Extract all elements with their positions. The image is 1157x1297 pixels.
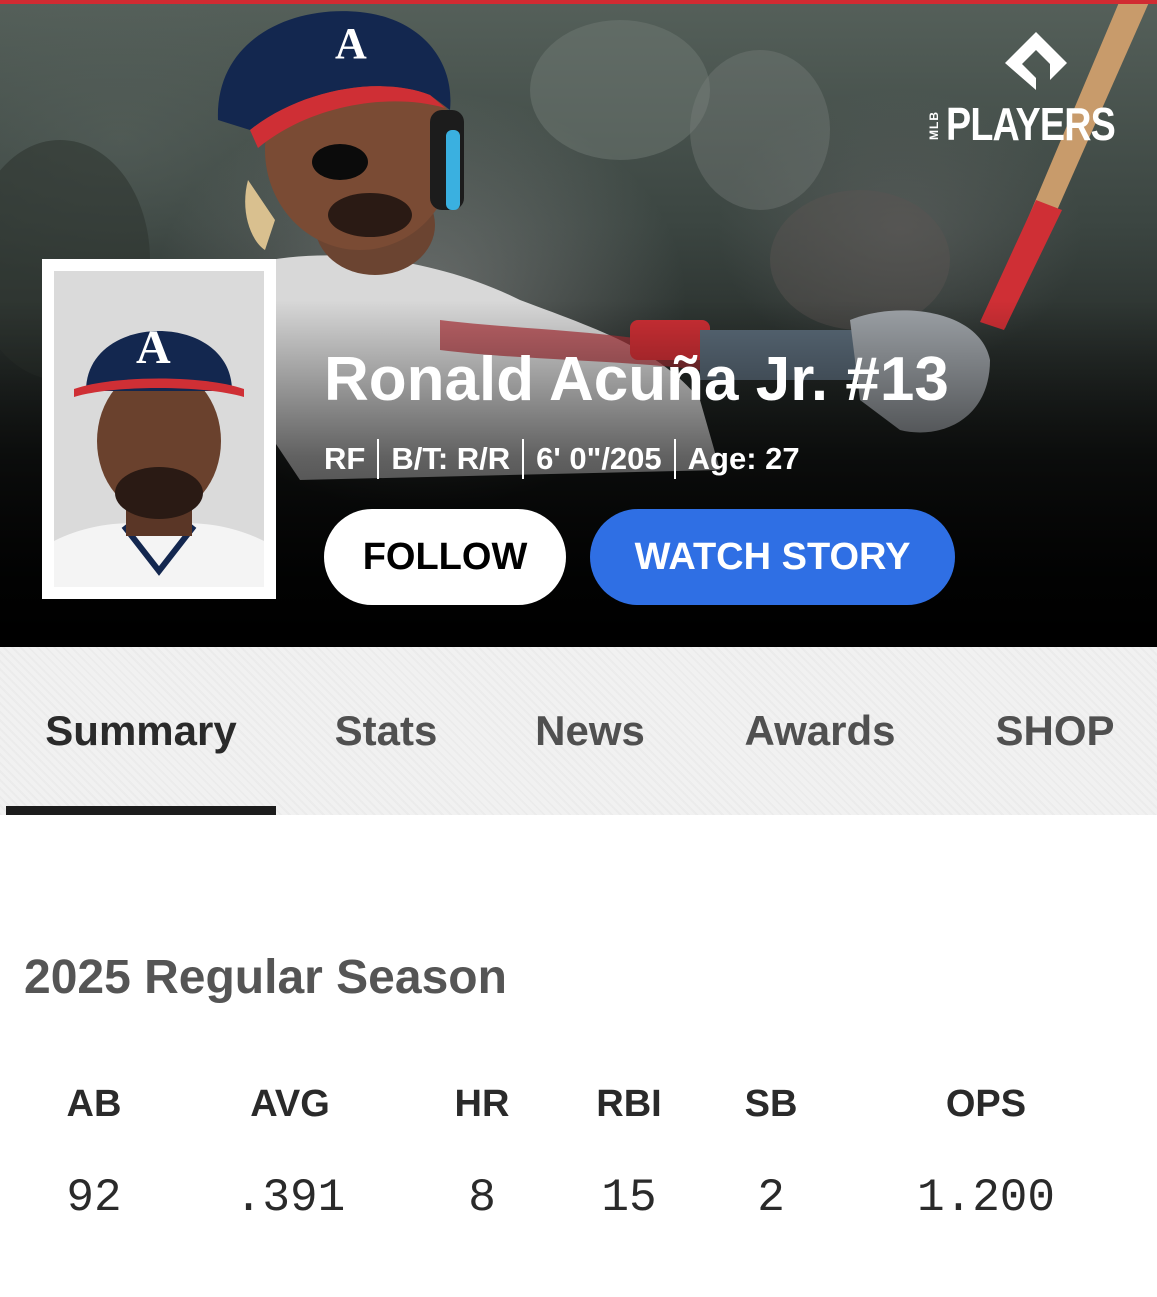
stat-header-sb: SB — [744, 1083, 798, 1125]
stat-header-ab: AB — [66, 1083, 122, 1125]
player-headshot: A — [42, 259, 276, 599]
brand-prefix: MLB — [927, 111, 941, 141]
player-height-weight: 6' 0"/205 — [536, 441, 662, 476]
stat-value-ops: 1.200 — [916, 1172, 1056, 1224]
profile-tab-bar: Summary Stats News Awards SHOP — [0, 647, 1157, 815]
tab-shop[interactable]: SHOP — [960, 647, 1150, 815]
active-tab-indicator — [6, 806, 276, 815]
player-name: Ronald Acuña Jr. #13 — [324, 345, 949, 414]
svg-text:A: A — [335, 19, 367, 68]
player-age: Age: 27 — [687, 441, 800, 476]
tab-summary[interactable]: Summary — [6, 647, 276, 815]
svg-text:A: A — [136, 321, 171, 374]
accent-top-line — [0, 0, 1157, 4]
player-meta-row: RF B/T: R/R 6' 0"/205 Age: 27 — [324, 437, 800, 481]
meta-divider — [673, 439, 676, 479]
watch-story-button[interactable]: WATCH STORY — [590, 509, 955, 605]
meta-divider — [377, 439, 380, 479]
tab-stats[interactable]: Stats — [296, 647, 476, 815]
follow-button[interactable]: FOLLOW — [324, 509, 566, 605]
stat-header-ops: OPS — [945, 1083, 1027, 1125]
diamond-logo-icon — [1005, 32, 1067, 90]
tab-news[interactable]: News — [500, 647, 680, 815]
player-bats-throws: B/T: R/R — [391, 441, 511, 476]
brand-wordmark: PLAYERS — [946, 98, 1116, 150]
season-title: 2025 Regular Season — [24, 951, 507, 1004]
stat-header-avg: AVG — [250, 1083, 330, 1125]
player-hero-banner: A MLB PLAYERS A Ronald Acuña Jr. #13 RF … — [0, 0, 1157, 647]
meta-divider — [522, 439, 525, 479]
mlb-players-logo: MLB PLAYERS — [927, 30, 1142, 150]
player-position: RF — [324, 441, 366, 476]
tab-awards[interactable]: Awards — [700, 647, 940, 815]
headshot-photo: A — [54, 271, 264, 587]
